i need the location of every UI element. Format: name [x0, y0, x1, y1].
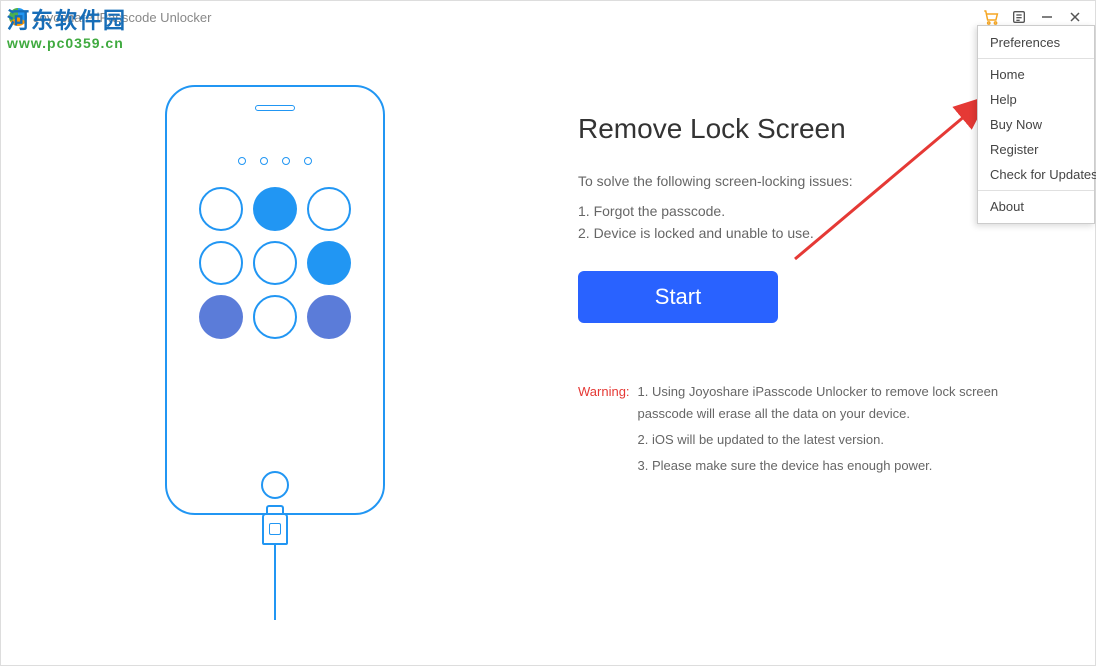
app-title: Joyoshare iPasscode Unlocker — [33, 10, 979, 25]
subtext: To solve the following screen-locking is… — [578, 173, 1035, 189]
menu-item-check-updates[interactable]: Check for Updates — [978, 162, 1094, 187]
menu-item-preferences[interactable]: Preferences — [978, 30, 1094, 55]
menu-divider — [978, 58, 1094, 59]
menu-item-help[interactable]: Help — [978, 87, 1094, 112]
menu-dropdown: Preferences Home Help Buy Now Register C… — [977, 25, 1095, 224]
warning-item: 3. Please make sure the device has enoug… — [638, 455, 1035, 477]
warning-item: 2. iOS will be updated to the latest ver… — [638, 429, 1035, 451]
menu-item-home[interactable]: Home — [978, 62, 1094, 87]
warning-block: Warning: 1. Using Joyoshare iPasscode Un… — [578, 381, 1035, 481]
menu-item-about[interactable]: About — [978, 194, 1094, 219]
warning-label: Warning: — [578, 381, 630, 481]
page-heading: Remove Lock Screen — [578, 113, 1035, 145]
menu-item-register[interactable]: Register — [978, 137, 1094, 162]
warning-item: 1. Using Joyoshare iPasscode Unlocker to… — [638, 381, 1035, 425]
app-logo-icon — [9, 8, 27, 26]
start-button[interactable]: Start — [578, 271, 778, 323]
cable-illustration — [260, 513, 290, 623]
menu-item-buy-now[interactable]: Buy Now — [978, 112, 1094, 137]
menu-divider — [978, 190, 1094, 191]
illustration-pane — [1, 33, 548, 665]
phone-illustration — [165, 85, 385, 515]
issue-item: 1. Forgot the passcode. — [578, 203, 1035, 219]
issue-list: 1. Forgot the passcode. 2. Device is loc… — [578, 203, 1035, 241]
issue-item: 2. Device is locked and unable to use. — [578, 225, 1035, 241]
titlebar: Joyoshare iPasscode Unlocker — [1, 1, 1095, 33]
